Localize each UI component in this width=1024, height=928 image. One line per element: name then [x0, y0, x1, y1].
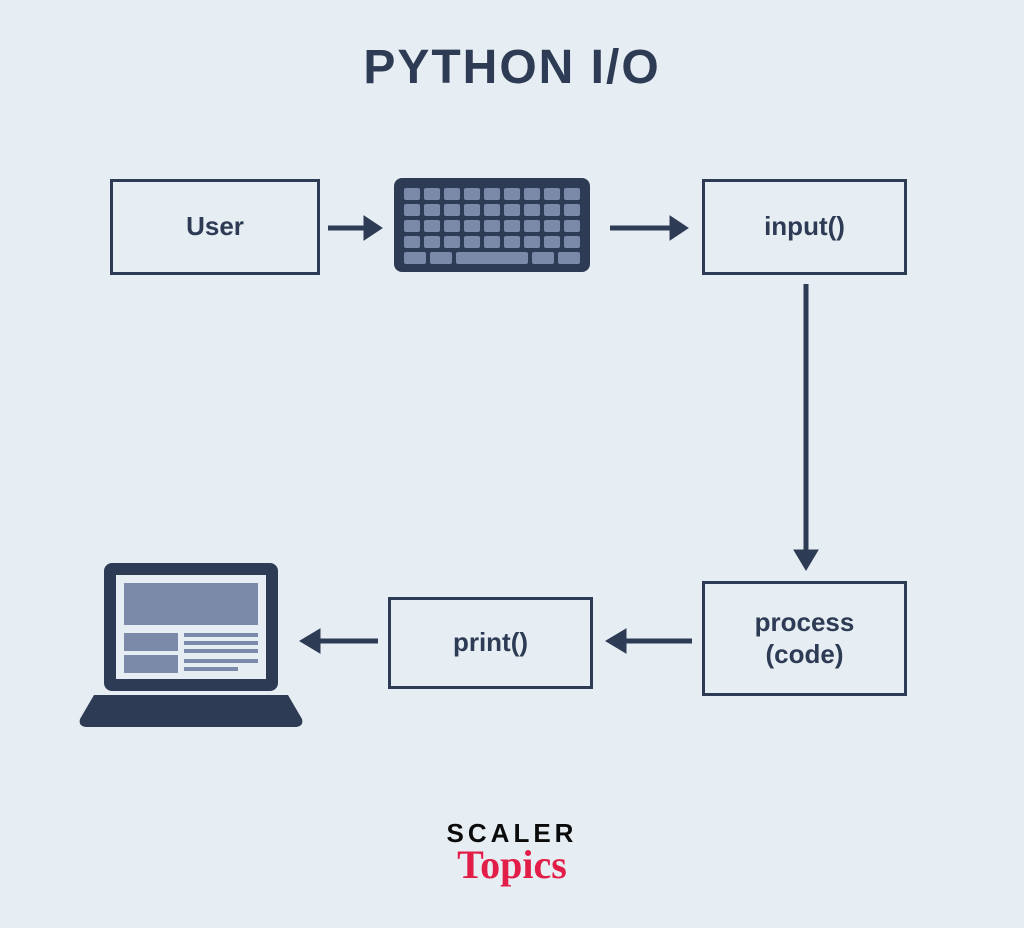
keyboard-icon [392, 170, 592, 280]
node-input-label: input() [764, 211, 845, 242]
brand-logo: SCALER Topics [0, 818, 1024, 888]
arrow-keyboard-input [608, 210, 690, 246]
arrow-user-keyboard [326, 210, 384, 246]
node-user-label: User [186, 211, 244, 242]
node-print-label: print() [453, 627, 528, 658]
arrow-print-laptop [296, 623, 380, 659]
node-process: process (code) [702, 581, 907, 696]
brand-line2: Topics [0, 841, 1024, 888]
node-print: print() [388, 597, 593, 689]
node-user: User [110, 179, 320, 275]
arrow-process-print [602, 623, 694, 659]
node-input: input() [702, 179, 907, 275]
diagram-title: PYTHON I/O [0, 40, 1024, 95]
laptop-icon [76, 555, 306, 745]
arrow-input-process [788, 282, 824, 572]
node-process-label: process (code) [755, 607, 855, 669]
